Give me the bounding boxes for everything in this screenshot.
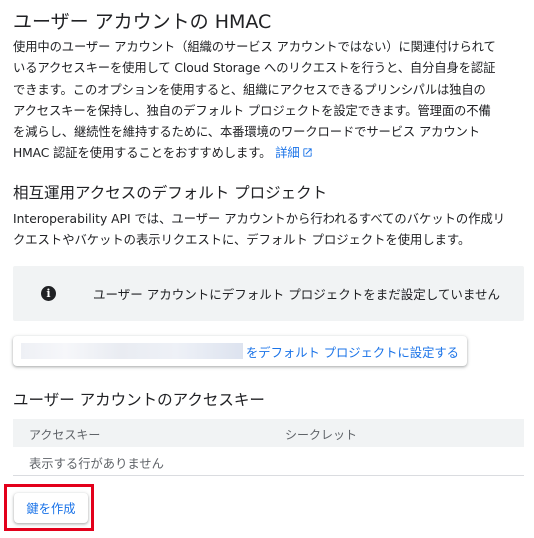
access-keys-heading: ユーザー アカウントのアクセスキー [13, 391, 265, 409]
empty-table-message: 表示する行がありません [29, 457, 164, 471]
info-message: ユーザー アカウントにデフォルト プロジェクトをまだ設定していません [93, 287, 500, 302]
learn-more-link[interactable]: 詳細 [275, 146, 312, 160]
interop-description: Interoperability API では、ユーザー アカウントから行われる… [13, 209, 528, 252]
description-line: できます。このオプションを使用すると、組織にアクセスできるプリンシパルは独自の [13, 82, 486, 97]
description: 使用中のユーザー アカウント（組織のサービス アカウントではない）に関連付けられ… [13, 37, 528, 166]
description-last-line: HMAC 認証を使用することをおすすめします。 詳細 [13, 143, 528, 165]
table-header: アクセスキー シークレット [13, 419, 524, 447]
info-banner: i ユーザー アカウントにデフォルト プロジェクトをまだ設定していません [13, 266, 524, 321]
create-key-button[interactable]: 鍵を作成 [14, 493, 88, 523]
interop-description-line: クエストやバケットの表示リクエストに、デフォルト プロジェクトを使用します。 [13, 233, 471, 248]
interop-section-heading: 相互運用アクセスのデフォルト プロジェクト [13, 184, 328, 202]
description-line: 使用中のユーザー アカウント（組織のサービス アカウントではない）に関連付けられ… [13, 40, 496, 54]
column-header-access-key: アクセスキー [29, 428, 101, 442]
column-header-secret: シークレット [285, 428, 358, 442]
page-title: ユーザー アカウントの HMAC [13, 11, 272, 33]
empty-table-row: 表示する行がありません [13, 447, 524, 476]
description-line: HMAC 認証を使用することをおすすめします。 [13, 146, 272, 161]
set-default-project-button[interactable]: をデフォルト プロジェクトに設定する [13, 336, 467, 366]
description-line: アクセスキーを保持し、独自のデフォルト プロジェクトを設定できます。管理面の不備 [13, 103, 491, 118]
hmac-page: ユーザー アカウントの HMAC 使用中のユーザー アカウント（組織のサービス … [0, 0, 534, 538]
info-icon: i [41, 286, 56, 301]
access-keys-table: アクセスキー シークレット 表示する行がありません [13, 419, 524, 476]
learn-more-label: 詳細 [275, 146, 300, 161]
redacted-project-id [21, 343, 243, 359]
set-default-project-label: をデフォルト プロジェクトに設定する [246, 346, 459, 360]
external-link-icon [302, 144, 313, 165]
description-line: いるアクセスキーを使用して Cloud Storage へのリクエストを行うと、… [13, 61, 496, 76]
create-key-label: 鍵を作成 [26, 502, 76, 516]
description-line: を減らし、継続性を維持するために、本番環境のワークロードでサービス アカウント [13, 125, 480, 140]
interop-description-line: Interoperability API では、ユーザー アカウントから行われる… [13, 212, 506, 226]
